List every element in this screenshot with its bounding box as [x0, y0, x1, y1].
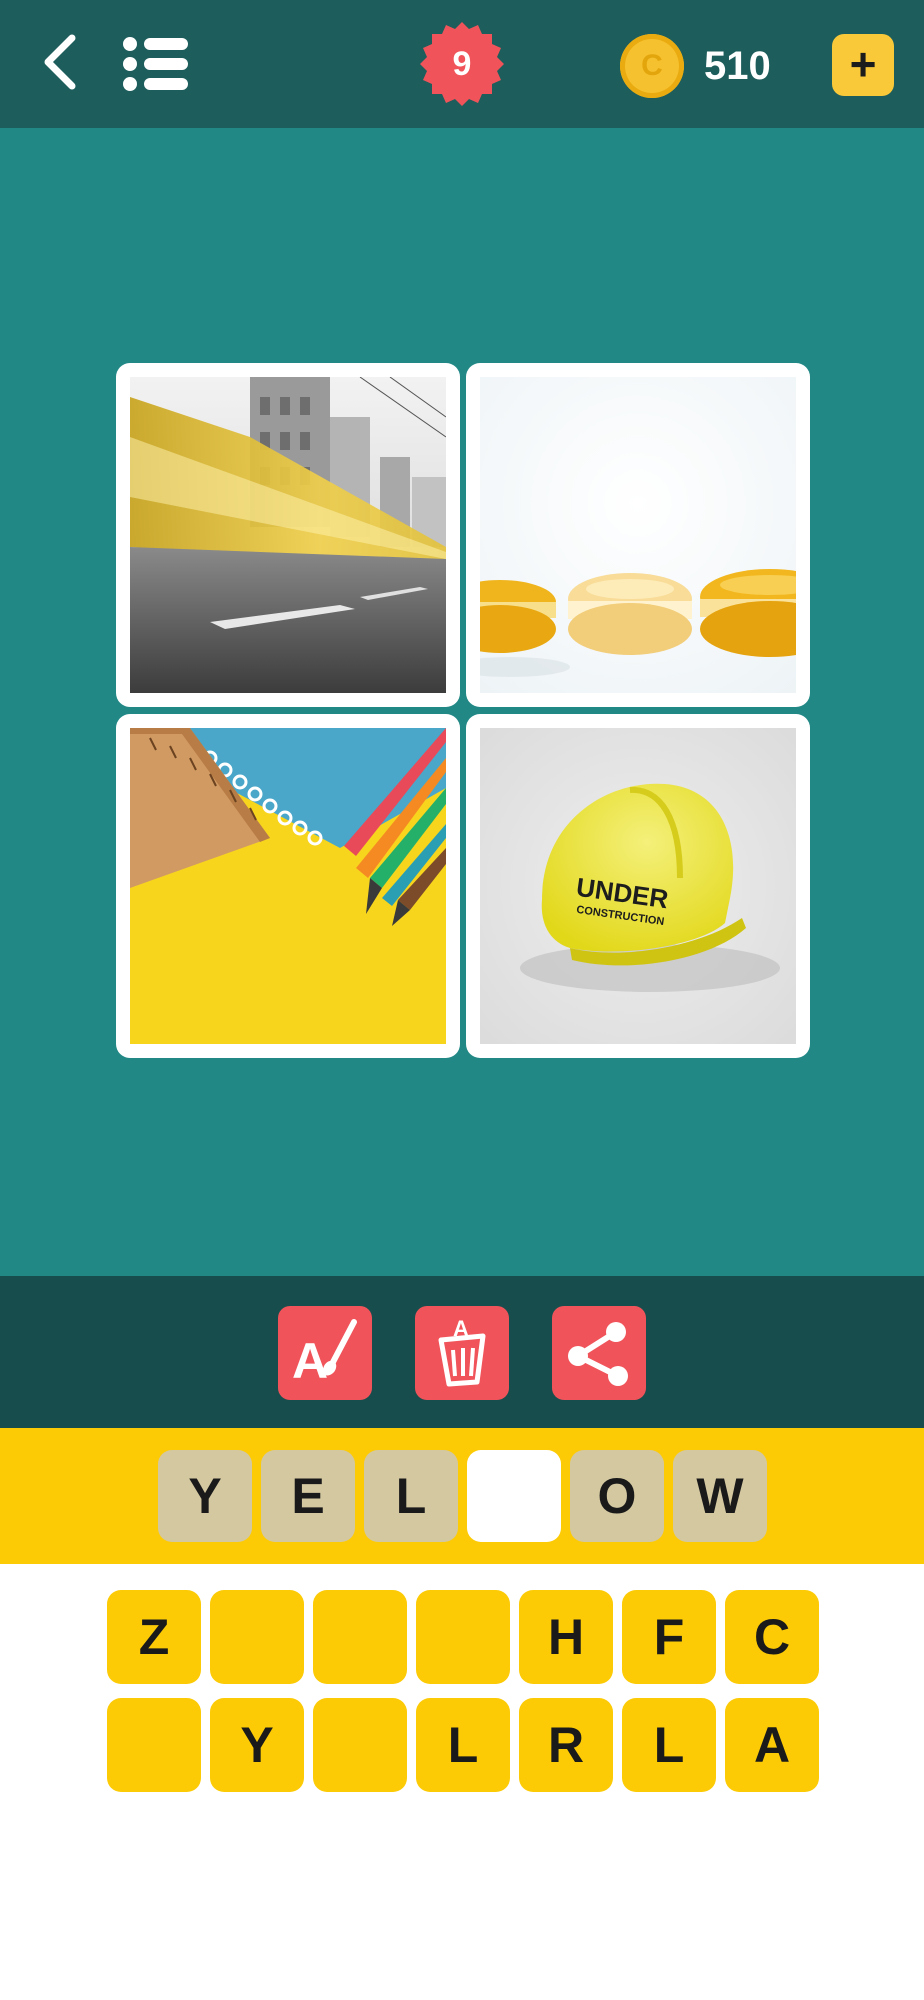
- svg-text:A: A: [453, 1316, 469, 1341]
- level-badge: 9: [418, 20, 506, 108]
- letter-key[interactable]: L: [622, 1698, 716, 1792]
- chevron-left-icon: [44, 34, 76, 90]
- letter-key-label: C: [753, 1609, 791, 1665]
- hard-hat-image: UNDER CONSTRUCTION: [480, 728, 796, 1044]
- letter-key-empty[interactable]: [313, 1698, 407, 1792]
- letter-key[interactable]: C: [725, 1590, 819, 1684]
- add-coins-button[interactable]: +: [832, 34, 894, 96]
- puzzle-image-2[interactable]: [466, 363, 810, 707]
- answer-slot[interactable]: O: [570, 1450, 664, 1542]
- stationery-image: [130, 728, 446, 1044]
- plus-icon: +: [849, 38, 877, 90]
- tram-street-image: [130, 377, 446, 693]
- coin-count: 510: [704, 44, 771, 88]
- answer-slot-letter: O: [597, 1468, 637, 1524]
- letter-key-label: [313, 1698, 407, 1792]
- answer-slot-letter: L: [395, 1468, 427, 1524]
- share-icon: [568, 1322, 628, 1386]
- answer-slot-empty[interactable]: [467, 1450, 561, 1542]
- letter-key-empty[interactable]: [416, 1590, 510, 1684]
- answer-slot[interactable]: L: [364, 1450, 458, 1542]
- puzzle-image-3[interactable]: [116, 714, 460, 1058]
- svg-text:A: A: [292, 1333, 328, 1389]
- letter-key-label: Y: [240, 1717, 274, 1773]
- letter-key-label: [107, 1698, 201, 1792]
- share-button[interactable]: [552, 1306, 646, 1400]
- letter-key-label: L: [447, 1717, 479, 1773]
- answer-slot[interactable]: E: [261, 1450, 355, 1542]
- puzzle-image-1[interactable]: [116, 363, 460, 707]
- letter-key-label: L: [653, 1717, 685, 1773]
- letter-key-label: [313, 1590, 407, 1684]
- answer-slot-letter: Y: [188, 1468, 222, 1524]
- answer-slot-letter: W: [696, 1468, 744, 1524]
- letter-keyboard: Z H F C Y L R L A: [0, 1564, 924, 2000]
- reveal-letter-button[interactable]: A: [278, 1306, 372, 1400]
- letter-key[interactable]: A: [725, 1698, 819, 1792]
- letter-key[interactable]: H: [519, 1590, 613, 1684]
- letter-key[interactable]: L: [416, 1698, 510, 1792]
- back-button[interactable]: [38, 30, 88, 94]
- answer-slot-letter: [467, 1450, 561, 1542]
- puzzle-image-4[interactable]: UNDER CONSTRUCTION: [466, 714, 810, 1058]
- letter-key[interactable]: R: [519, 1698, 613, 1792]
- answer-slot-letter: E: [291, 1468, 325, 1524]
- macarons-image: [480, 377, 796, 693]
- top-bar: 9 C 510 +: [0, 0, 924, 128]
- letter-key-label: R: [547, 1717, 585, 1773]
- letter-brush-icon: A: [292, 1319, 357, 1389]
- letter-key-empty[interactable]: [107, 1698, 201, 1792]
- letter-key-empty[interactable]: [210, 1590, 304, 1684]
- letter-key[interactable]: Y: [210, 1698, 304, 1792]
- letter-key-label: F: [653, 1609, 685, 1665]
- level-number: 9: [452, 45, 472, 83]
- answer-strip: Y E L O W: [0, 1428, 924, 1564]
- letter-key-label: [416, 1590, 510, 1684]
- level-list-button[interactable]: [122, 36, 190, 92]
- remove-letters-button[interactable]: A: [415, 1306, 509, 1400]
- letter-key[interactable]: F: [622, 1590, 716, 1684]
- coin-symbol: C: [641, 49, 663, 82]
- puzzle-area: UNDER CONSTRUCTION: [0, 128, 924, 1276]
- letter-key-empty[interactable]: [313, 1590, 407, 1684]
- letter-key[interactable]: Z: [107, 1590, 201, 1684]
- answer-slot[interactable]: Y: [158, 1450, 252, 1542]
- letter-key-label: Z: [138, 1609, 170, 1665]
- list-icon: [123, 37, 188, 91]
- coin-icon: C: [620, 34, 684, 98]
- trash-letter-icon: A: [438, 1316, 486, 1387]
- answer-slot[interactable]: W: [673, 1450, 767, 1542]
- letter-key-label: H: [547, 1609, 585, 1665]
- letter-key-label: [210, 1590, 304, 1684]
- letter-key-label: A: [753, 1717, 791, 1773]
- hint-toolbar: A A: [0, 1276, 924, 1428]
